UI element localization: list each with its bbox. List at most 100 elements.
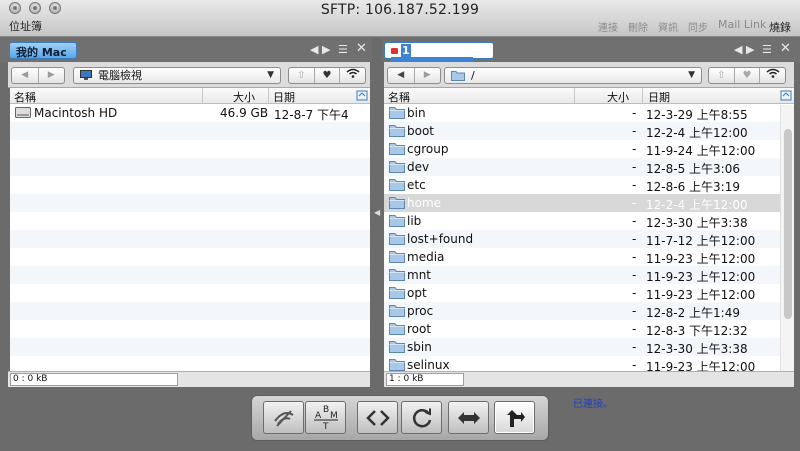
folder-icon — [389, 160, 405, 173]
column-date-header[interactable]: 日期 — [648, 89, 670, 105]
tab-next-icon[interactable]: ▶ — [322, 43, 330, 56]
file-date: 12-8-6 上午3:19 — [646, 180, 740, 194]
tab-my-mac[interactable]: 我的 Mac — [9, 42, 77, 59]
tab-prev-icon[interactable]: ◀ — [734, 43, 742, 56]
folder-icon — [451, 70, 465, 85]
file-name: bin — [407, 106, 426, 120]
wifi-button[interactable] — [339, 68, 365, 83]
left-status-bar: 0 : 0 kB — [8, 371, 370, 387]
table-row[interactable]: media -11-9-23 上午12:00 — [384, 248, 794, 266]
file-name: proc — [407, 304, 434, 318]
column-name-header[interactable]: 名稱 — [14, 89, 36, 105]
left-location-popup[interactable]: 電腦檢視 ▼ — [73, 67, 281, 84]
file-date: 11-9-23 上午12:00 — [646, 288, 756, 302]
file-size: - — [632, 124, 637, 138]
file-date: 12-8-2 上午1:49 — [646, 306, 740, 320]
file-name: root — [407, 322, 432, 336]
swap-button[interactable] — [448, 401, 489, 434]
column-options-icon[interactable] — [356, 89, 368, 101]
table-row[interactable]: bin -12-3-29 上午8:55 — [384, 104, 794, 122]
up-folder-button[interactable]: ⇧ — [709, 68, 734, 83]
folder-icon — [389, 124, 405, 137]
delete-action[interactable]: 刪除 — [628, 19, 648, 34]
tab-prev-icon[interactable]: ◀ — [310, 43, 318, 56]
table-row[interactable]: root -12-8-3 下午12:32 — [384, 320, 794, 338]
column-date-header[interactable]: 日期 — [273, 89, 295, 105]
right-nav-buttons: ◀ ▶ — [387, 67, 441, 84]
file-size: - — [632, 268, 637, 282]
info-action[interactable]: 資訊 — [658, 19, 678, 34]
left-file-list[interactable]: 名稱 大小 日期 Macintosh HD 46.9 GB 12-8-7 下午4 — [10, 88, 370, 371]
chevron-down-icon: ▼ — [688, 70, 695, 80]
table-row[interactable]: lost+found -11-7-12 上午12:00 — [384, 230, 794, 248]
refresh-icon — [412, 408, 431, 427]
code-button[interactable] — [357, 401, 398, 434]
mail-link-action[interactable]: Mail Link — [718, 18, 766, 31]
refresh-button[interactable] — [401, 401, 442, 434]
folder-icon — [389, 106, 405, 119]
table-row[interactable]: sbin -12-3-30 上午3:38 — [384, 338, 794, 356]
tab-menu-icon[interactable]: ☰ — [762, 43, 772, 56]
right-location-popup[interactable]: / ▼ — [444, 67, 702, 84]
close-icon[interactable]: ✕ — [356, 41, 367, 56]
table-row[interactable]: lib -12-3-30 上午3:38 — [384, 212, 794, 230]
left-list-header: 名稱 大小 日期 — [10, 88, 370, 104]
bottom-button-group: ABMT — [251, 395, 549, 441]
back-button[interactable]: ◀ — [388, 68, 414, 83]
forward-button[interactable]: ▶ — [37, 68, 65, 83]
window-title: SFTP: 106.187.52.199 — [320, 2, 480, 18]
table-row[interactable]: dev -12-8-5 上午3:06 — [384, 158, 794, 176]
sync-action[interactable]: 同步 — [688, 19, 708, 34]
file-date: 11-7-12 上午12:00 — [646, 234, 756, 248]
right-scrollbar[interactable] — [780, 105, 794, 371]
tab-menu-icon[interactable]: ☰ — [338, 43, 348, 56]
empty-row — [10, 212, 370, 230]
file-size: - — [632, 340, 637, 354]
right-file-list[interactable]: 名稱 大小 日期 bin -12-3-29 上午8:55 boot -12-2-4 上… — [384, 88, 794, 371]
column-name-header[interactable]: 名稱 — [388, 89, 410, 105]
bookmarks-button[interactable]: 位址簿 — [9, 18, 42, 34]
favorite-button[interactable]: ♥ — [313, 68, 340, 83]
table-row[interactable]: proc -12-8-2 上午1:49 — [384, 302, 794, 320]
table-row[interactable]: selinux -11-9-23 上午12:00 — [384, 356, 794, 371]
table-row[interactable]: cgroup -11-9-24 上午12:00 — [384, 140, 794, 158]
file-name: Macintosh HD — [34, 106, 118, 120]
transfer-button[interactable] — [494, 401, 535, 434]
up-folder-button[interactable]: ⇧ — [289, 68, 314, 83]
tab-server[interactable]: 1 — [384, 42, 494, 69]
table-row[interactable]: opt -11-9-23 上午12:00 — [384, 284, 794, 302]
scroll-thumb[interactable] — [784, 129, 792, 319]
pane-splitter[interactable]: ◀ — [372, 90, 382, 370]
no-connection-button[interactable] — [263, 401, 304, 434]
close-icon[interactable]: ✕ — [780, 41, 791, 56]
forward-button[interactable]: ▶ — [413, 68, 441, 83]
column-size-header[interactable]: 大小 — [607, 89, 629, 105]
column-size-header[interactable]: 大小 — [233, 89, 255, 105]
tab-next-icon[interactable]: ▶ — [746, 43, 754, 56]
wifi-button[interactable] — [759, 68, 785, 83]
right-pane-header: 1 ◀ ▶ ☰ ✕ — [382, 38, 800, 69]
folder-icon — [389, 340, 405, 353]
favorite-button[interactable]: ♥ — [733, 68, 760, 83]
table-row[interactable]: boot -12-2-4 上午12:00 — [384, 122, 794, 140]
file-size: - — [632, 250, 637, 264]
table-row[interactable]: mnt -11-9-23 上午12:00 — [384, 266, 794, 284]
file-date: 11-9-23 上午12:00 — [646, 252, 756, 266]
back-button[interactable]: ◀ — [12, 68, 38, 83]
text-mode-button[interactable]: ABMT — [305, 401, 346, 434]
table-row[interactable]: Macintosh HD 46.9 GB 12-8-7 下午4 — [10, 104, 370, 122]
left-location-label: 電腦檢視 — [98, 69, 142, 82]
table-row[interactable]: etc -12-8-6 上午3:19 — [384, 176, 794, 194]
code-icon — [365, 409, 390, 426]
tab-server-label[interactable]: 1 — [401, 44, 411, 57]
file-size: - — [632, 178, 637, 192]
connect-action[interactable]: 連接 — [598, 19, 618, 34]
empty-row — [10, 176, 370, 194]
burn-button[interactable]: 燒錄 — [769, 19, 791, 35]
file-date: 11-9-23 上午12:00 — [646, 360, 756, 371]
column-options-icon[interactable] — [780, 89, 792, 101]
table-row[interactable]: home -12-2-4 上午12:00 — [384, 194, 794, 212]
empty-row — [10, 302, 370, 320]
right-status-bar: 1 : 0 kB — [384, 371, 794, 387]
folder-icon — [389, 232, 405, 245]
